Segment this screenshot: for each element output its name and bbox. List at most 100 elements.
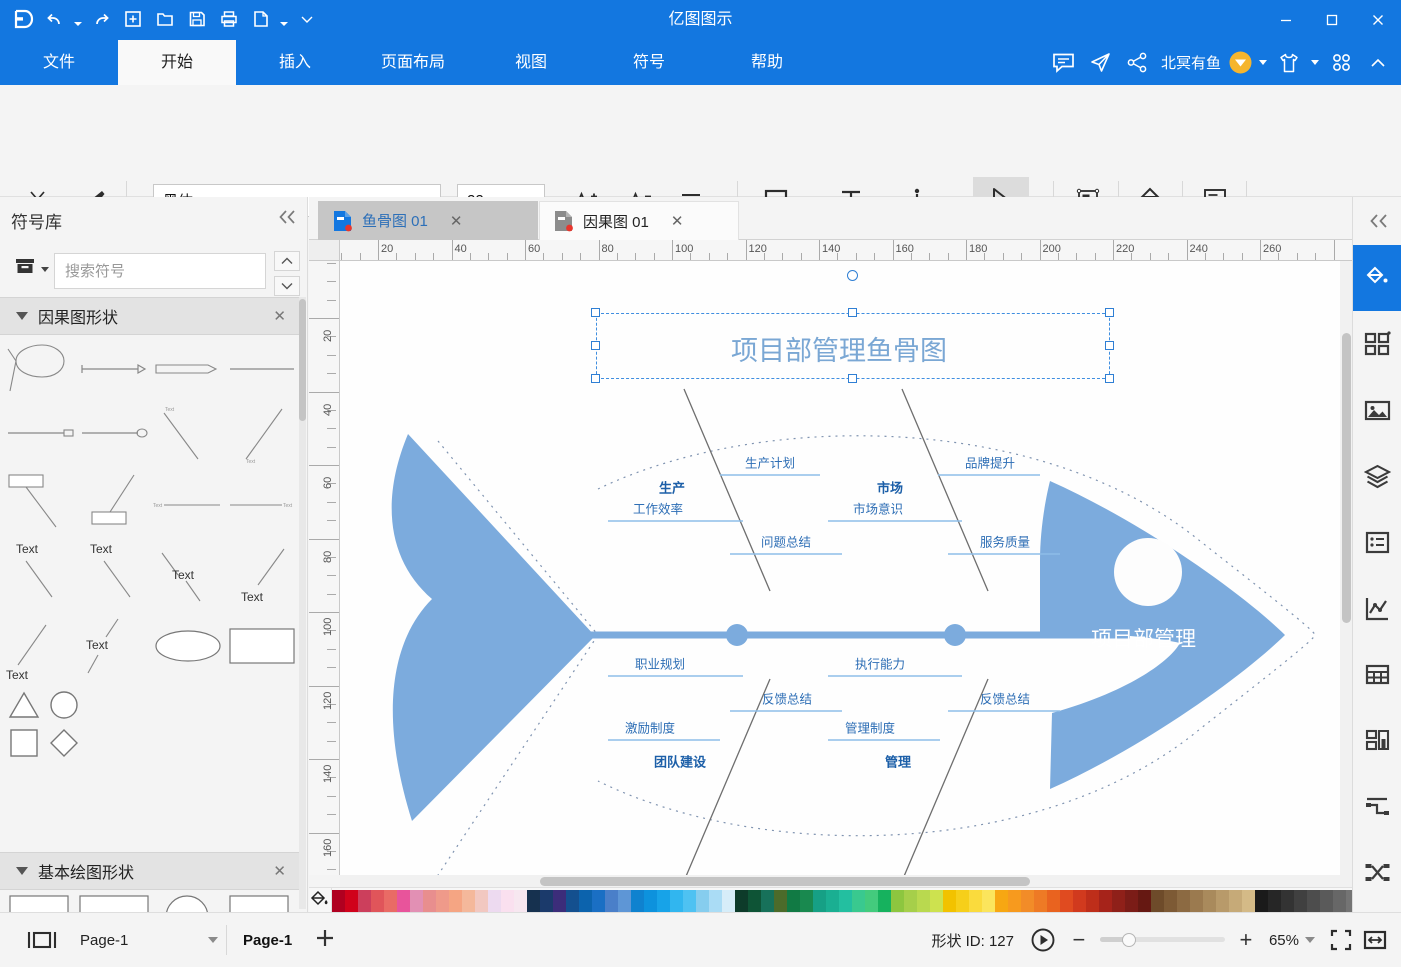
symbol-group-header-cause-effect[interactable]: 因果图形状 ✕ bbox=[0, 297, 300, 335]
export-icon[interactable] bbox=[246, 4, 276, 34]
sub-label-market-awareness[interactable]: 市场意识 bbox=[853, 499, 903, 518]
sub-label-service-quality[interactable]: 服务质量 bbox=[980, 532, 1030, 551]
plus-icon[interactable] bbox=[314, 927, 336, 954]
sub-label-incentive-system[interactable]: 激励制度 bbox=[625, 718, 675, 737]
sub-label-production-plan[interactable]: 生产计划 bbox=[745, 453, 795, 472]
palette-swatch[interactable] bbox=[1268, 889, 1281, 912]
grid-apps-icon[interactable] bbox=[1326, 48, 1356, 78]
zoom-out-button[interactable]: − bbox=[1068, 929, 1090, 951]
comment-icon[interactable] bbox=[1049, 48, 1079, 78]
export-dropdown-icon[interactable] bbox=[278, 4, 290, 34]
palette-swatch[interactable] bbox=[1034, 889, 1047, 912]
chevron-up-icon[interactable] bbox=[1363, 48, 1393, 78]
palette-swatch[interactable] bbox=[982, 889, 995, 912]
palette-swatch[interactable] bbox=[384, 889, 397, 912]
shape-square[interactable] bbox=[6, 725, 42, 761]
fill-bucket-icon[interactable] bbox=[309, 887, 332, 914]
symbol-group-header-basic-shapes[interactable]: 基本绘图形状 ✕ bbox=[0, 852, 300, 890]
sub-label-brand-improve[interactable]: 品牌提升 bbox=[965, 453, 1015, 472]
sub-label-management-system[interactable]: 管理制度 bbox=[845, 718, 895, 737]
shape-rect-diag-1[interactable] bbox=[4, 467, 76, 537]
library-box-icon[interactable] bbox=[14, 255, 49, 277]
doc-tab-fishbone[interactable]: 鱼骨图 01 ✕ bbox=[318, 201, 538, 240]
double-chevron-left-icon[interactable] bbox=[277, 209, 297, 230]
shape-arrow-2[interactable] bbox=[152, 339, 224, 401]
resize-handle-s[interactable] bbox=[848, 374, 857, 383]
palette-swatch[interactable] bbox=[1320, 889, 1333, 912]
palette-swatch[interactable] bbox=[1333, 889, 1346, 912]
sub-label-execution-ability[interactable]: 执行能力 bbox=[855, 654, 905, 673]
fishbone-head-label[interactable]: 项目部管理 bbox=[1091, 623, 1196, 653]
menu-tab-insert[interactable]: 插入 bbox=[236, 40, 354, 85]
shape-text-diag-2[interactable]: Text bbox=[78, 539, 150, 609]
shape-hline-text-left[interactable]: Text bbox=[226, 485, 298, 525]
zoom-slider-knob[interactable] bbox=[1121, 933, 1136, 947]
fit-page-icon[interactable] bbox=[1329, 928, 1353, 952]
palette-swatch[interactable] bbox=[1099, 889, 1112, 912]
undo-button[interactable] bbox=[40, 4, 70, 34]
fit-width-icon[interactable] bbox=[1363, 928, 1387, 952]
palette-swatch[interactable] bbox=[956, 889, 969, 912]
zoom-dropdown-icon[interactable] bbox=[1305, 937, 1315, 943]
doc-tab-cause-effect[interactable]: 因果图 01 ✕ bbox=[539, 201, 739, 240]
palette-swatch[interactable] bbox=[748, 889, 761, 912]
close-icon[interactable]: ✕ bbox=[273, 307, 286, 325]
resize-handle-nw[interactable] bbox=[591, 308, 600, 317]
palette-swatch[interactable] bbox=[722, 889, 735, 912]
palette-swatch[interactable] bbox=[930, 889, 943, 912]
shape-line-rect-end[interactable] bbox=[4, 403, 76, 465]
menu-tab-file[interactable]: 文件 bbox=[0, 40, 118, 85]
cause-label-market[interactable]: 市场 bbox=[877, 478, 903, 497]
shape-text-diag-1[interactable]: Text bbox=[4, 539, 76, 609]
diagram-page[interactable]: 项目部管理鱼骨图 项目部管理 生产 市场 团队建设 管理 生产计划 工作效率 问… bbox=[340, 261, 1352, 875]
palette-swatch[interactable] bbox=[1112, 889, 1125, 912]
palette-swatch[interactable] bbox=[774, 889, 787, 912]
diagram-title[interactable]: 项目部管理鱼骨图 bbox=[731, 329, 947, 368]
palette-swatch[interactable] bbox=[1190, 889, 1203, 912]
sub-label-feedback-summary-left[interactable]: 反馈总结 bbox=[762, 689, 812, 708]
shirt-icon[interactable] bbox=[1274, 48, 1304, 78]
canvas-horizontal-scrollbar[interactable] bbox=[340, 875, 1352, 887]
search-input[interactable] bbox=[65, 262, 264, 280]
zoom-slider[interactable] bbox=[1099, 931, 1225, 949]
page-tab[interactable]: Page-1 bbox=[243, 932, 292, 949]
customize-qat-button[interactable] bbox=[292, 4, 322, 34]
page-view-icon[interactable] bbox=[26, 928, 58, 952]
resize-handle-sw[interactable] bbox=[591, 374, 600, 383]
palette-swatch[interactable] bbox=[1047, 889, 1060, 912]
palette-swatch[interactable] bbox=[566, 889, 579, 912]
panel-chart[interactable] bbox=[1353, 575, 1401, 641]
palette-swatch[interactable] bbox=[1151, 889, 1164, 912]
palette-swatch[interactable] bbox=[1294, 889, 1307, 912]
vip-diamond-icon[interactable] bbox=[1229, 51, 1252, 74]
palette-swatch[interactable] bbox=[371, 889, 384, 912]
palette-swatch[interactable] bbox=[449, 889, 462, 912]
panel-connector[interactable] bbox=[1353, 839, 1401, 905]
menu-tab-view[interactable]: 视图 bbox=[472, 40, 590, 85]
open-folder-icon[interactable] bbox=[150, 4, 180, 34]
palette-swatch[interactable] bbox=[410, 889, 423, 912]
palette-swatch[interactable] bbox=[670, 889, 683, 912]
panel-layers[interactable] bbox=[1353, 443, 1401, 509]
palette-swatch[interactable] bbox=[436, 889, 449, 912]
palette-swatch[interactable] bbox=[1203, 889, 1216, 912]
palette-swatch[interactable] bbox=[1242, 889, 1255, 912]
palette-swatch[interactable] bbox=[1086, 889, 1099, 912]
redo-button[interactable] bbox=[86, 4, 116, 34]
undo-dropdown-icon[interactable] bbox=[72, 4, 84, 34]
scrollbar-thumb[interactable] bbox=[299, 299, 306, 421]
canvas-area[interactable]: 项目部管理鱼骨图 项目部管理 生产 市场 团队建设 管理 生产计划 工作效率 问… bbox=[340, 261, 1352, 875]
palette-swatch[interactable] bbox=[462, 889, 475, 912]
resize-handle-e[interactable] bbox=[1105, 341, 1114, 350]
rotate-handle[interactable] bbox=[847, 270, 858, 281]
menu-tab-page-layout[interactable]: 页面布局 bbox=[354, 40, 472, 85]
palette-swatch[interactable] bbox=[332, 889, 345, 912]
palette-swatch[interactable] bbox=[709, 889, 722, 912]
shape-line-1[interactable] bbox=[226, 339, 298, 401]
share-icon[interactable] bbox=[1123, 48, 1153, 78]
palette-swatch[interactable] bbox=[605, 889, 618, 912]
scrollbar-thumb[interactable] bbox=[1342, 333, 1351, 623]
palette-swatch[interactable] bbox=[865, 889, 878, 912]
palette-swatch[interactable] bbox=[761, 889, 774, 912]
panel-fill-style[interactable] bbox=[1353, 245, 1401, 311]
